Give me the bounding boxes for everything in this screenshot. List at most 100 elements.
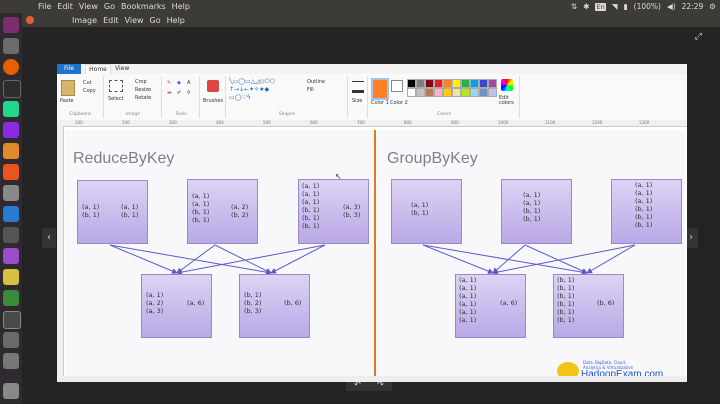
viewer-menu-go[interactable]: Go: [150, 16, 161, 25]
edit-colors-button[interactable]: Edit colors: [499, 96, 517, 106]
select-icon[interactable]: [109, 80, 123, 92]
menu-bookmarks[interactable]: Bookmarks: [121, 2, 166, 11]
palette-swatch[interactable]: [407, 88, 416, 97]
shapes-gallery[interactable]: ╲▭◯▭△◿◇⬠⬡ ↑→↓←✦✧★◆ ▭◯♡ϟ: [229, 78, 295, 102]
vm-icon[interactable]: [3, 206, 19, 222]
palette-swatch[interactable]: [488, 88, 497, 97]
fill-bucket-icon[interactable]: ◆: [177, 80, 181, 86]
magnifier-icon[interactable]: ⚲: [187, 90, 191, 96]
viewer-menu-image[interactable]: Image: [72, 16, 97, 25]
menu-go[interactable]: Go: [104, 2, 115, 11]
clock[interactable]: 22:29: [682, 2, 704, 11]
keyboard-layout-icon[interactable]: En: [595, 2, 606, 11]
size-button[interactable]: Size: [352, 98, 362, 104]
vertical-ruler: [57, 126, 64, 382]
palette-swatch[interactable]: [479, 79, 488, 88]
select-button[interactable]: Select: [108, 96, 123, 102]
document-viewer-icon[interactable]: [3, 248, 19, 264]
disk-icon[interactable]: [3, 332, 19, 348]
system-settings-icon[interactable]: [3, 185, 19, 201]
brushes-button[interactable]: Brushes: [203, 98, 223, 104]
menu-file[interactable]: File: [38, 2, 51, 11]
reduce-partition-result: (a, 2) (b, 2): [231, 203, 249, 219]
palette-swatch[interactable]: [416, 79, 425, 88]
pycharm-icon[interactable]: [3, 101, 19, 117]
resize-button[interactable]: Resize: [135, 87, 151, 93]
viewer-menu-view[interactable]: View: [125, 16, 144, 25]
palette-swatch[interactable]: [434, 88, 443, 97]
volume-icon[interactable]: ◀): [667, 2, 676, 11]
fullscreen-icon[interactable]: ⤢: [695, 32, 702, 42]
palette-swatch[interactable]: [443, 88, 452, 97]
image-viewer-icon[interactable]: [3, 269, 19, 285]
reduce-output-text: (a, 1) (a, 2) (a, 3): [146, 291, 164, 315]
color2-swatch[interactable]: [391, 80, 403, 92]
palette-swatch[interactable]: [425, 88, 434, 97]
launcher: [0, 13, 22, 404]
size-icon[interactable]: [352, 81, 364, 93]
cut-button[interactable]: Cut: [83, 80, 92, 86]
menu-edit[interactable]: Edit: [57, 2, 73, 11]
wifi-icon[interactable]: ◥: [612, 2, 618, 11]
palette-swatch[interactable]: [461, 79, 470, 88]
palette-swatch[interactable]: [470, 88, 479, 97]
previous-image-button[interactable]: ‹: [42, 228, 56, 248]
firefox-icon[interactable]: [3, 59, 19, 75]
ruler-tick-label: 700: [357, 120, 365, 125]
eraser-icon[interactable]: ▬: [167, 90, 172, 96]
palette-swatch[interactable]: [407, 79, 416, 88]
edit-colors-icon[interactable]: [501, 79, 513, 91]
close-window-button[interactable]: [26, 16, 34, 24]
tab-view[interactable]: View: [115, 64, 129, 74]
drawing-canvas[interactable]: ReduceByKey GroupByKey (a, 1) (b, 1) (a, …: [65, 130, 685, 382]
brush-icon[interactable]: [207, 80, 219, 92]
settings-gear-icon[interactable]: ⚙: [709, 2, 716, 11]
bluetooth-icon[interactable]: ✱: [583, 2, 589, 11]
ruler-tick-label: 800: [404, 120, 412, 125]
palette-swatch[interactable]: [416, 88, 425, 97]
paste-button[interactable]: Paste: [60, 98, 74, 104]
reduce-partition-result: (a, 1) (b, 1): [121, 203, 139, 219]
palette-swatch[interactable]: [479, 88, 488, 97]
calculator-icon[interactable]: [3, 290, 19, 306]
rotate-button[interactable]: Rotate: [135, 95, 151, 101]
text-icon[interactable]: A: [187, 80, 190, 86]
palette-swatch[interactable]: [488, 79, 497, 88]
text-editor-icon[interactable]: [3, 143, 19, 159]
palette-swatch[interactable]: [434, 79, 443, 88]
paste-icon[interactable]: [61, 80, 75, 96]
monitor-icon[interactable]: [3, 311, 21, 329]
tab-file[interactable]: File: [57, 64, 81, 74]
terminal-icon[interactable]: [3, 80, 21, 98]
viewer-menu-help[interactable]: Help: [167, 16, 185, 25]
trash-icon[interactable]: [3, 383, 19, 399]
workspace-switcher-icon[interactable]: [3, 227, 19, 243]
fill-button[interactable]: Fill: [307, 87, 314, 93]
horizontal-scrollbar[interactable]: [57, 376, 687, 382]
software-center-icon[interactable]: [3, 164, 19, 180]
battery-icon[interactable]: ▮: [624, 2, 628, 11]
jupyter-icon[interactable]: [3, 122, 19, 138]
transfer-icon[interactable]: ⇅: [571, 2, 577, 11]
files-icon[interactable]: [3, 38, 19, 54]
palette-swatch[interactable]: [452, 79, 461, 88]
menu-view[interactable]: View: [79, 2, 98, 11]
palette-swatch[interactable]: [443, 79, 452, 88]
crop-button[interactable]: Crop: [135, 79, 147, 85]
group-output-result: (b, 6): [597, 299, 615, 307]
search-dash-icon[interactable]: [3, 17, 19, 33]
menu-help[interactable]: Help: [172, 2, 190, 11]
viewer-menu-edit[interactable]: Edit: [103, 16, 119, 25]
pencil-icon[interactable]: ✎: [167, 80, 171, 86]
group-partition-text: (a, 1) (b, 1): [411, 201, 429, 217]
palette-swatch[interactable]: [461, 88, 470, 97]
outline-button[interactable]: Outline: [307, 79, 325, 85]
copy-button[interactable]: Copy: [83, 88, 96, 94]
color1-swatch[interactable]: [371, 78, 389, 100]
group-partition-text: (a, 1) (a, 1) (a, 1) (b, 1) (b, 1) (b, 1): [635, 181, 653, 229]
palette-swatch[interactable]: [470, 79, 479, 88]
camera-icon[interactable]: [3, 353, 19, 369]
palette-swatch[interactable]: [425, 79, 434, 88]
palette-swatch[interactable]: [452, 88, 461, 97]
color-picker-icon[interactable]: ✐: [177, 90, 181, 96]
